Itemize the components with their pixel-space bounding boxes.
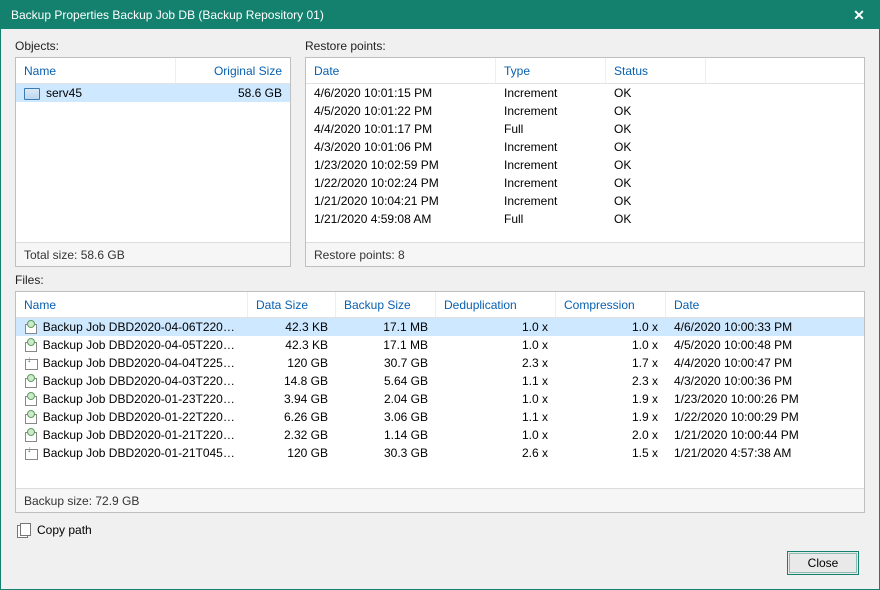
files-header-name[interactable]: Name <box>16 292 248 317</box>
files-header-compression[interactable]: Compression <box>556 292 666 317</box>
files-body: Backup Job DBD2020-04-06T220033_...42.3 … <box>16 318 864 488</box>
increment-backup-icon <box>24 410 37 424</box>
close-icon[interactable]: ✕ <box>849 7 869 24</box>
objects-header: Name Original Size <box>16 58 290 84</box>
files-row[interactable]: Backup Job DBD2020-01-21T045738_...120 G… <box>16 444 864 462</box>
restore-row[interactable]: 4/5/2020 10:01:22 PMIncrementOK <box>306 102 864 120</box>
files-row[interactable]: Backup Job DBD2020-04-04T225607_...120 G… <box>16 354 864 372</box>
restore-footer: Restore points: 8 <box>306 242 864 266</box>
files-row[interactable]: Backup Job DBD2020-04-03T220036_...14.8 … <box>16 372 864 390</box>
restore-header: Date Type Status <box>306 58 864 84</box>
files-header: Name Data Size Backup Size Deduplication… <box>16 292 864 318</box>
increment-backup-icon <box>24 320 37 334</box>
close-button[interactable]: Close <box>787 551 859 575</box>
restore-body: 4/6/2020 10:01:15 PMIncrementOK4/5/2020 … <box>306 84 864 242</box>
files-header-datasize[interactable]: Data Size <box>248 292 336 317</box>
files-header-backupsize[interactable]: Backup Size <box>336 292 436 317</box>
top-row: Objects: Name Original Size serv4558.6 G… <box>15 39 865 267</box>
copy-icon <box>17 523 31 537</box>
files-panel: Name Data Size Backup Size Deduplication… <box>15 291 865 513</box>
increment-backup-icon <box>24 428 37 442</box>
window-title: Backup Properties Backup Job DB (Backup … <box>11 8 849 22</box>
restore-panel: Date Type Status 4/6/2020 10:01:15 PMInc… <box>305 57 865 267</box>
objects-body: serv4558.6 GB <box>16 84 290 242</box>
files-section: Files: Name Data Size Backup Size Dedupl… <box>15 273 865 513</box>
full-backup-icon <box>24 446 37 460</box>
objects-header-name[interactable]: Name <box>16 58 176 83</box>
bottom-bar: Close <box>15 547 865 581</box>
titlebar[interactable]: Backup Properties Backup Job DB (Backup … <box>1 1 879 29</box>
vm-icon <box>24 88 40 100</box>
files-row[interactable]: Backup Job DBD2020-04-05T220048_...42.3 … <box>16 336 864 354</box>
restore-header-date[interactable]: Date <box>306 58 496 83</box>
objects-header-size[interactable]: Original Size <box>176 58 290 83</box>
restore-row[interactable]: 4/3/2020 10:01:06 PMIncrementOK <box>306 138 864 156</box>
objects-footer: Total size: 58.6 GB <box>16 242 290 266</box>
files-header-dedup[interactable]: Deduplication <box>436 292 556 317</box>
restore-row[interactable]: 4/4/2020 10:01:17 PMFullOK <box>306 120 864 138</box>
objects-panel: Name Original Size serv4558.6 GB Total s… <box>15 57 291 267</box>
restore-row[interactable]: 4/6/2020 10:01:15 PMIncrementOK <box>306 84 864 102</box>
full-backup-icon <box>24 356 37 370</box>
dialog-content: Objects: Name Original Size serv4558.6 G… <box>1 29 879 589</box>
dialog-window: Backup Properties Backup Job DB (Backup … <box>0 0 880 590</box>
restore-label: Restore points: <box>305 39 865 53</box>
restore-row[interactable]: 1/21/2020 10:04:21 PMIncrementOK <box>306 192 864 210</box>
copy-path-button[interactable]: Copy path <box>15 519 94 541</box>
objects-label: Objects: <box>15 39 291 53</box>
close-button-label: Close <box>808 556 839 570</box>
increment-backup-icon <box>24 374 37 388</box>
objects-row[interactable]: serv4558.6 GB <box>16 84 290 102</box>
files-row[interactable]: Backup Job DBD2020-01-23T220026_...3.94 … <box>16 390 864 408</box>
objects-column: Objects: Name Original Size serv4558.6 G… <box>15 39 291 267</box>
files-label: Files: <box>15 273 865 287</box>
files-header-date[interactable]: Date <box>666 292 864 317</box>
restore-row[interactable]: 1/22/2020 10:02:24 PMIncrementOK <box>306 174 864 192</box>
files-row[interactable]: Backup Job DBD2020-01-21T220044_...2.32 … <box>16 426 864 444</box>
files-footer: Backup size: 72.9 GB <box>16 488 864 512</box>
restore-header-status[interactable]: Status <box>606 58 706 83</box>
files-row[interactable]: Backup Job DBD2020-04-06T220033_...42.3 … <box>16 318 864 336</box>
restore-header-type[interactable]: Type <box>496 58 606 83</box>
restore-header-spacer <box>706 58 864 83</box>
restore-row[interactable]: 1/21/2020 4:59:08 AMFullOK <box>306 210 864 228</box>
increment-backup-icon <box>24 392 37 406</box>
restore-column: Restore points: Date Type Status 4/6/202… <box>305 39 865 267</box>
copy-path-label: Copy path <box>37 523 92 537</box>
restore-row[interactable]: 1/23/2020 10:02:59 PMIncrementOK <box>306 156 864 174</box>
files-row[interactable]: Backup Job DBD2020-01-22T220029_...6.26 … <box>16 408 864 426</box>
increment-backup-icon <box>24 338 37 352</box>
